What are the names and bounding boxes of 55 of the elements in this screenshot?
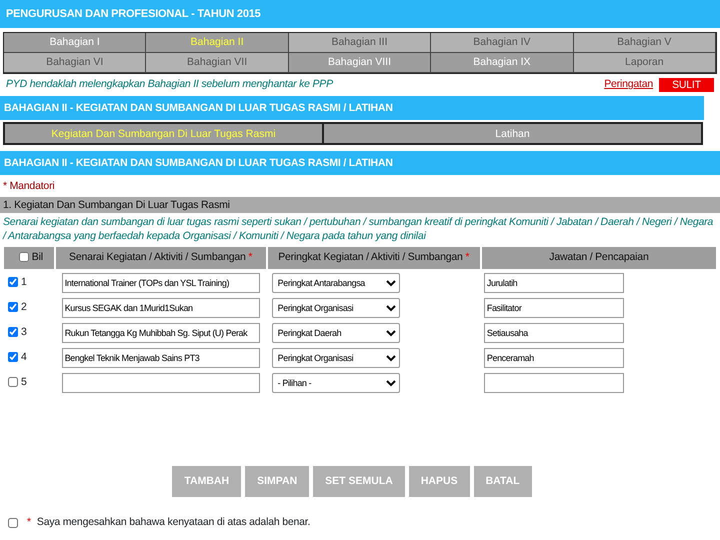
warning-link[interactable]: Peringatan xyxy=(604,77,653,93)
level-select[interactable]: Peringkat Organisasi xyxy=(272,348,400,368)
required-mark: * xyxy=(248,251,252,264)
row-checkbox[interactable] xyxy=(8,326,18,337)
action-button[interactable]: BATAL xyxy=(474,466,532,497)
notice-text: PYD hendaklah melengkapkan Bahagian II sebelum menghantar ke PPP xyxy=(6,77,334,92)
page-title: PENGURUSAN DAN PROFESIONAL - TAHUN 2015 xyxy=(0,0,720,28)
activity-field[interactable]: Bengkel Teknik Menjawab Sains PT3 xyxy=(62,348,260,368)
form-heading: BAHAGIAN II - KEGIATAN DAN SUMBANGAN DI LUAR TUGAS RASMI / LATIHAN xyxy=(0,151,720,175)
select-all-checkbox[interactable] xyxy=(18,252,29,262)
role-field[interactable] xyxy=(484,372,624,392)
action-button[interactable]: SET SEMULA xyxy=(313,466,405,497)
row-number: 1 xyxy=(21,276,27,288)
section-tab[interactable]: Bahagian I xyxy=(4,33,146,53)
action-button[interactable]: SIMPAN xyxy=(245,466,310,497)
confirm-checkbox[interactable] xyxy=(8,518,18,528)
column-header: Senarai Kegiatan / Aktiviti / Sumbangan xyxy=(69,251,246,264)
activity-field[interactable]: International Trainer (TOPs dan YSL Training) xyxy=(62,272,260,292)
column-header: Bil xyxy=(32,251,43,264)
sub-tab[interactable]: Kegiatan Dan Sumbangan Di Luar Tugas Rasmi xyxy=(5,124,322,143)
role-field[interactable]: Fasilitator xyxy=(484,298,624,318)
required-mark: * xyxy=(27,515,31,530)
row-number: 2 xyxy=(21,300,27,313)
level-select[interactable]: Peringkat Daerah xyxy=(272,322,400,342)
row-number: 3 xyxy=(21,326,27,338)
action-button[interactable]: TAMBAH xyxy=(172,466,242,497)
sub-tab[interactable]: Latihan xyxy=(322,124,701,143)
activity-field[interactable]: Kursus SEGAK dan 1Murid1Sukan xyxy=(62,298,260,318)
role-field[interactable]: Penceramah xyxy=(484,348,624,368)
row-number: 4 xyxy=(21,350,27,363)
role-field[interactable]: Setiausaha xyxy=(484,322,624,342)
level-select[interactable]: Peringkat Organisasi xyxy=(272,298,400,318)
section-tab[interactable]: Bahagian II xyxy=(146,33,289,53)
column-header: Jawatan / Pencapaian xyxy=(549,251,649,264)
section-heading: BAHAGIAN II - KEGIATAN DAN SUMBANGAN DI LUAR TUGAS RASMI / LATIHAN xyxy=(0,96,704,120)
row-checkbox[interactable] xyxy=(8,302,18,312)
level-select[interactable]: - Pilihan - xyxy=(272,372,400,392)
confirm-text: Saya mengesahkan bahawa kenyataan di atas adalah benar. xyxy=(36,515,310,530)
activity-field[interactable] xyxy=(62,372,260,392)
column-header: Peringkat Kegiatan / Aktiviti / Sumbangan xyxy=(278,251,463,264)
role-field[interactable]: Jurulatih xyxy=(484,272,624,292)
level-select[interactable]: Peringkat Antarabangsa xyxy=(272,272,400,292)
description-text: Senarai kegiatan dan sumbangan di luar tugas rasmi seperti sukan / pertubuhan / sumbangan kreatif di peringkat Komuniti / Jabatan / Daerah / Negeri / Negara / Antarabangsa yang berfaedah kepada Organisasi / Komuniti / Negara pada tahun yang dinilai xyxy=(2,215,714,244)
row-checkbox[interactable] xyxy=(8,376,18,387)
classification-badge: SULIT xyxy=(659,78,714,92)
action-button[interactable]: HAPUS xyxy=(408,466,470,497)
row-checkbox[interactable] xyxy=(8,276,18,287)
row-checkbox[interactable] xyxy=(8,352,18,362)
section-tab[interactable]: Bahagian VIII xyxy=(288,53,432,73)
required-mark: * xyxy=(465,251,470,264)
activity-field[interactable]: Rukun Tetangga Kg Muhibbah Sg. Siput (U) Perak xyxy=(62,322,260,342)
row-number: 5 xyxy=(21,376,27,388)
section-tab[interactable]: Bahagian IX xyxy=(431,53,574,73)
subsection-heading: 1. Kegiatan Dan Sumbangan Di Luar Tugas Rasmi xyxy=(0,197,720,213)
mandatory-note: * Mandatori xyxy=(2,179,56,194)
